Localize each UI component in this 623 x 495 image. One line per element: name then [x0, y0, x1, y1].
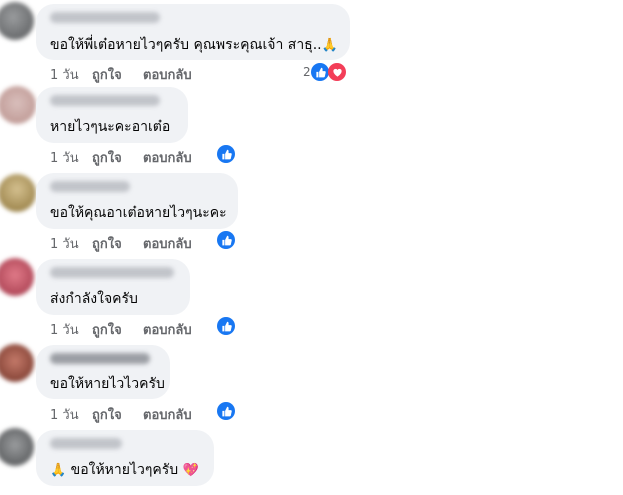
like-link[interactable]: ถูกใจ	[92, 64, 122, 85]
author-name[interactable]	[50, 267, 174, 278]
like-link[interactable]: ถูกใจ	[92, 233, 122, 254]
comment-time[interactable]: 1 วัน	[50, 147, 79, 168]
comment-bubble: 🙏 ขอให้หายไวๆครับ 💖	[36, 430, 214, 486]
like-icon	[217, 402, 235, 420]
avatar[interactable]	[0, 174, 36, 212]
comment-text: ขอให้คุณอาเต๋อหายไวๆนะคะ	[50, 205, 227, 221]
avatar[interactable]	[0, 258, 34, 296]
comment-bubble: ขอให้หายไวไวครับ	[36, 345, 170, 399]
comment-text: ขอให้พี่เต๋อหายไวๆครับ คุณพระคุณเจ้า สาธ…	[50, 37, 338, 53]
comment-text: ส่งกำลังใจครับ	[50, 291, 138, 307]
comment-time[interactable]: 1 วัน	[50, 319, 79, 340]
like-link[interactable]: ถูกใจ	[92, 404, 122, 425]
comment-text: 🙏 ขอให้หายไวๆครับ 💖	[50, 462, 199, 478]
avatar[interactable]	[0, 86, 36, 124]
author-name[interactable]	[50, 438, 122, 449]
like-link[interactable]: ถูกใจ	[92, 147, 122, 168]
author-name[interactable]	[50, 95, 160, 106]
comment-bubble: ขอให้คุณอาเต๋อหายไวๆนะคะ	[36, 173, 238, 229]
reply-link[interactable]: ตอบกลับ	[143, 64, 192, 85]
like-icon	[217, 231, 235, 249]
reaction-count[interactable]: 2	[303, 65, 311, 79]
comment-bubble: ขอให้พี่เต๋อหายไวๆครับ คุณพระคุณเจ้า สาธ…	[36, 4, 350, 60]
comment-bubble: หายไวๆนะคะอาเต๋อ	[36, 87, 188, 143]
avatar[interactable]	[0, 2, 34, 40]
heart-emoji: 💖	[182, 463, 199, 478]
folded-hands-emoji: 🙏	[50, 463, 67, 478]
author-name[interactable]	[50, 12, 160, 23]
reply-link[interactable]: ตอบกลับ	[143, 404, 192, 425]
avatar[interactable]	[0, 344, 34, 382]
heart-icon	[328, 63, 346, 81]
author-name[interactable]	[50, 181, 130, 192]
reply-link[interactable]: ตอบกลับ	[143, 319, 192, 340]
comment-text: ขอให้หายไวไวครับ	[50, 376, 165, 392]
comment-time[interactable]: 1 วัน	[50, 64, 79, 85]
comment-time[interactable]: 1 วัน	[50, 233, 79, 254]
folded-hands-emoji: 🙏	[321, 38, 338, 53]
like-icon	[217, 317, 235, 335]
author-name[interactable]	[50, 353, 150, 364]
reply-link[interactable]: ตอบกลับ	[143, 147, 192, 168]
avatar[interactable]	[0, 428, 34, 466]
like-icon	[311, 63, 329, 81]
like-link[interactable]: ถูกใจ	[92, 319, 122, 340]
comment-bubble: ส่งกำลังใจครับ	[36, 259, 190, 315]
reply-link[interactable]: ตอบกลับ	[143, 233, 192, 254]
comment-text: หายไวๆนะคะอาเต๋อ	[50, 119, 171, 135]
like-icon	[217, 145, 235, 163]
comment-time[interactable]: 1 วัน	[50, 404, 79, 425]
